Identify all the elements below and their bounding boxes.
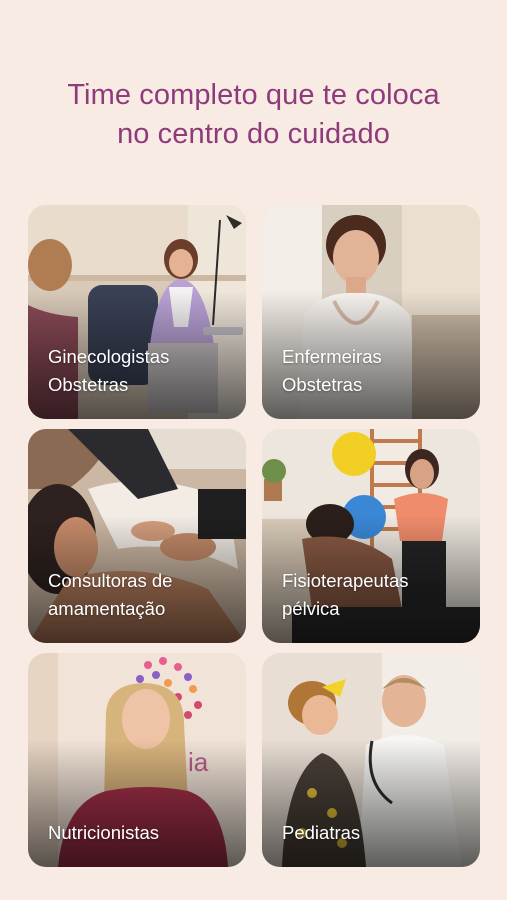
page-title-line-1: Time completo que te coloca — [67, 79, 440, 111]
card-nutritionists[interactable]: ia Nutricionistas — [28, 653, 246, 867]
card-pediatricians[interactable]: Pediatras — [262, 653, 480, 867]
card-nurses[interactable]: Enfermeiras Obstetras — [262, 205, 480, 419]
card-label: Consultoras de amamentação — [48, 570, 173, 619]
card-breastfeeding-consultants[interactable]: Consultoras de amamentação — [28, 429, 246, 643]
specialists-screen: Time completo que te coloca no centro do… — [0, 0, 507, 900]
card-label: Nutricionistas — [48, 822, 160, 843]
page-title-line-2: no centro do cuidado — [117, 118, 390, 150]
page-title: Time completo que te coloca no centro do… — [0, 76, 507, 154]
card-label: Pediatras — [282, 822, 361, 843]
card-label: Enfermeiras Obstetras — [282, 346, 382, 395]
card-shade — [28, 738, 246, 867]
card-pelvic-physiotherapists[interactable]: Fisioterapeutas pélvica — [262, 429, 480, 643]
card-shade — [262, 738, 480, 867]
specialists-grid: Ginecologistas Obstetras Enfermeiras Obs… — [28, 205, 480, 867]
card-label: Fisioterapeutas pélvica — [282, 570, 409, 619]
card-label: Ginecologistas Obstetras — [48, 346, 170, 395]
card-gynecologists[interactable]: Ginecologistas Obstetras — [28, 205, 246, 419]
